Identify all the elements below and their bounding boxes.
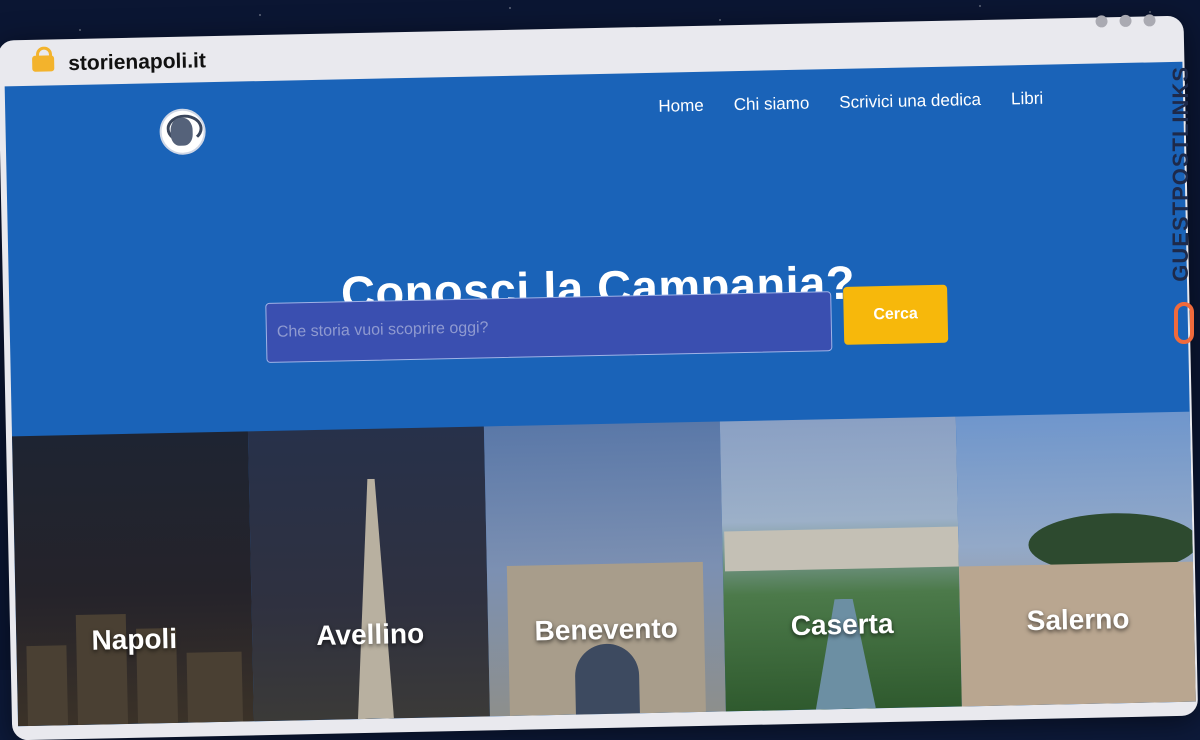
window-controls: [1095, 14, 1156, 28]
city-label: Avellino: [315, 617, 425, 652]
city-card-napoli[interactable]: Napoli: [11, 431, 255, 727]
city-card-avellino[interactable]: Avellino: [247, 426, 490, 722]
logo-face: [170, 117, 193, 146]
browser-window: storienapoli.it Home Chi siamo Scrivici …: [0, 0, 1200, 740]
nav-item-scrivici[interactable]: Scrivici una dedica: [839, 90, 981, 113]
nav-item-chi-siamo[interactable]: Chi siamo: [734, 94, 810, 116]
city-card-caserta[interactable]: Caserta: [719, 416, 962, 712]
skyline-building: [186, 651, 244, 723]
city-grid: Napoli Avellino Benevento Caserta Salern…: [11, 411, 1196, 727]
chain-link-icon: [1174, 302, 1194, 344]
window-dot-icon[interactable]: [1119, 14, 1132, 28]
royal-palace: [724, 526, 959, 572]
city-label: Salerno: [1026, 602, 1130, 637]
city-label: Caserta: [790, 607, 894, 642]
url-text[interactable]: storienapoli.it: [68, 49, 206, 76]
city-card-benevento[interactable]: Benevento: [483, 421, 726, 717]
nav-item-libri[interactable]: Libri: [1011, 89, 1044, 110]
main-nav: Home Chi siamo Scrivici una dedica Libri: [658, 89, 1043, 117]
city-label: Napoli: [91, 622, 178, 656]
search-button[interactable]: Cerca: [843, 284, 949, 345]
lock-icon: [32, 55, 55, 72]
city-card-salerno[interactable]: Salerno: [955, 411, 1196, 707]
window-dot-icon[interactable]: [1143, 14, 1156, 27]
search-input[interactable]: [266, 291, 852, 362]
search-box: [265, 291, 852, 363]
nav-item-home[interactable]: Home: [658, 96, 704, 117]
site-logo[interactable]: [159, 108, 207, 156]
watermark-text: GUESTPOSTLINKS: [1168, 66, 1193, 282]
site-page: Home Chi siamo Scrivici una dedica Libri…: [4, 61, 1196, 727]
city-tower: [353, 478, 394, 719]
window-dot-icon[interactable]: [1095, 15, 1108, 28]
city-label: Benevento: [534, 612, 679, 647]
